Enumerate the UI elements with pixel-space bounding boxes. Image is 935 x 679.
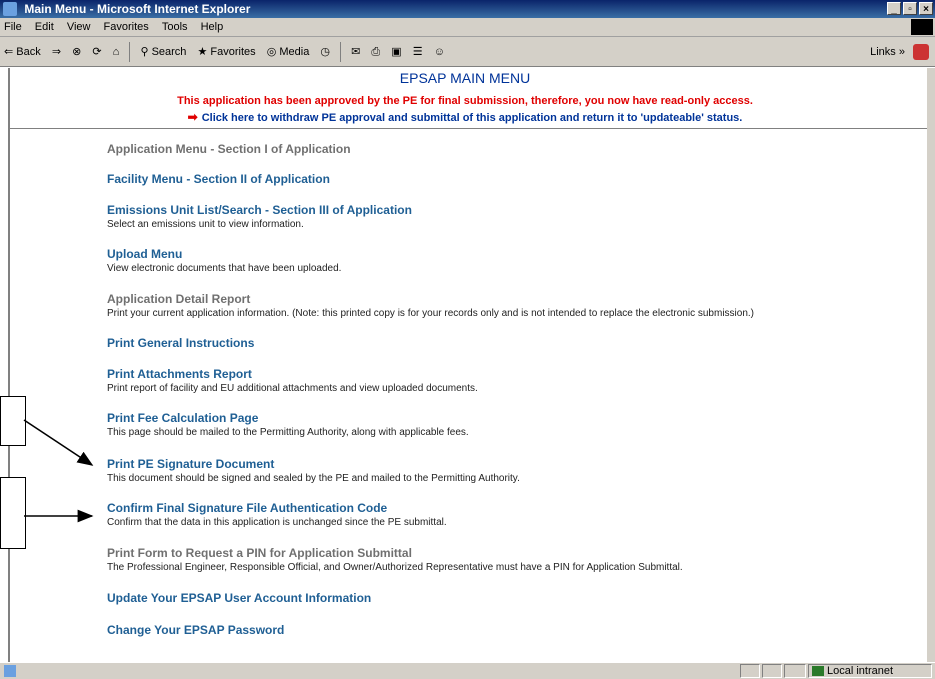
red-arrow-icon: ➡: [187, 110, 198, 124]
window-title: Main Menu - Microsoft Internet Explorer: [24, 2, 251, 16]
title-bar: Main Menu - Microsoft Internet Explorer …: [0, 0, 935, 18]
menu-edit[interactable]: Edit: [35, 21, 54, 33]
status-cell: [784, 664, 806, 678]
menu-view[interactable]: View: [67, 21, 91, 33]
menu-tools[interactable]: Tools: [162, 21, 188, 33]
pe-signature-desc: This document should be signed and seale…: [107, 473, 520, 484]
fee-calculation-desc: This page should be mailed to the Permit…: [107, 427, 469, 438]
toolbar: ⇐ Back ⇒ ⊗ ⟳ ⌂ ⚲ Search ★ Favorites ◎ Me…: [0, 37, 935, 67]
toolbar-separator: [129, 42, 131, 63]
search-label: Search: [151, 46, 187, 58]
update-account-link[interactable]: Update Your EPSAP User Account Informati…: [107, 591, 371, 606]
history-icon[interactable]: ◷: [320, 46, 330, 58]
callout-box-2: [0, 477, 26, 549]
menu-item-request-pin: Print Form to Request a PIN for Applicat…: [107, 546, 683, 574]
menu-item-emissions-unit: Emissions Unit List/Search - Section III…: [107, 203, 412, 231]
menu-bar: File Edit View Favorites Tools Help: [0, 18, 935, 37]
minimize-button[interactable]: _: [887, 2, 901, 15]
upload-menu-desc: View electronic documents that have been…: [107, 263, 342, 274]
menu-item-change-password: Change Your EPSAP Password: [107, 623, 284, 638]
menu-item-general-instructions: Print General Instructions: [107, 336, 254, 351]
refresh-icon[interactable]: ⟳: [92, 46, 101, 58]
emissions-unit-desc: Select an emissions unit to view informa…: [107, 219, 304, 230]
toolbar-extension-icon[interactable]: [913, 44, 929, 60]
application-detail-desc: Print your current application informati…: [107, 308, 754, 319]
home-icon[interactable]: ⌂: [113, 46, 120, 58]
change-password-link[interactable]: Change Your EPSAP Password: [107, 623, 284, 638]
facility-menu-link[interactable]: Facility Menu - Section II of Applicatio…: [107, 172, 330, 187]
menu-item-application: Application Menu - Section I of Applicat…: [107, 142, 351, 157]
status-cell: [762, 664, 782, 678]
menu-favorites[interactable]: Favorites: [104, 21, 149, 33]
zone-label: Local intranet: [827, 665, 894, 677]
edit-icon[interactable]: ▣: [391, 46, 401, 58]
divider: [10, 128, 929, 129]
vertical-scrollbar[interactable]: [927, 68, 935, 662]
request-pin-desc: The Professional Engineer, Responsible O…: [107, 562, 683, 573]
status-bar: Local intranet: [0, 662, 935, 679]
window-controls: _ ▫ ×: [887, 2, 933, 15]
toolbar-separator: [340, 42, 342, 63]
stop-icon[interactable]: ⊗: [72, 46, 81, 58]
confirm-signature-link[interactable]: Confirm Final Signature File Authenticat…: [107, 501, 447, 516]
print-icon[interactable]: ⎙: [371, 46, 380, 58]
fee-calculation-link[interactable]: Print Fee Calculation Page: [107, 411, 469, 426]
intranet-icon: [812, 666, 824, 676]
emissions-unit-link[interactable]: Emissions Unit List/Search - Section III…: [107, 203, 412, 218]
maximize-button[interactable]: ▫: [903, 2, 917, 15]
discuss-icon[interactable]: ☰: [413, 46, 423, 58]
menu-file[interactable]: File: [4, 21, 22, 33]
menu-item-confirm-signature: Confirm Final Signature File Authenticat…: [107, 501, 447, 529]
withdraw-approval-label: Click here to withdraw PE approval and s…: [201, 112, 743, 124]
confirm-signature-desc: Confirm that the data in this applicatio…: [107, 517, 447, 528]
withdraw-approval-link[interactable]: ➡ Click here to withdraw PE approval and …: [10, 110, 920, 124]
attachments-report-link[interactable]: Print Attachments Report: [107, 367, 478, 382]
upload-menu-link[interactable]: Upload Menu: [107, 247, 341, 262]
menu-item-application-detail: Application Detail Report Print your cur…: [107, 292, 754, 320]
messenger-icon[interactable]: ☺: [434, 46, 445, 58]
forward-button[interactable]: ⇒: [52, 46, 61, 58]
close-button[interactable]: ×: [919, 2, 933, 15]
read-only-notice: This application has been approved by th…: [177, 95, 753, 107]
page-status-icon: [4, 665, 16, 677]
windows-flag-icon: [911, 19, 933, 35]
menu-item-facility: Facility Menu - Section II of Applicatio…: [107, 172, 330, 187]
menu-item-update-account: Update Your EPSAP User Account Informati…: [107, 591, 371, 606]
general-instructions-link[interactable]: Print General Instructions: [107, 336, 254, 351]
favorites-label: Favorites: [210, 46, 256, 58]
menu-item-upload: Upload Menu View electronic documents th…: [107, 247, 341, 275]
status-cell: [740, 664, 760, 678]
page-title: EPSAP MAIN MENU: [399, 70, 531, 86]
callout-box-1: [0, 396, 26, 446]
back-button[interactable]: ⇐ Back: [4, 46, 41, 58]
links-label: Links: [870, 46, 896, 58]
ie-logo-icon: [3, 2, 17, 16]
application-detail-link[interactable]: Application Detail Report: [107, 292, 754, 307]
links-button[interactable]: Links »: [870, 37, 905, 67]
favorites-button[interactable]: ★ Favorites: [197, 46, 255, 58]
media-label: Media: [279, 46, 310, 58]
security-zone: Local intranet: [808, 664, 932, 678]
menu-item-fee-calculation: Print Fee Calculation Page This page sho…: [107, 411, 469, 439]
page-content: EPSAP MAIN MENU This application has bee…: [8, 68, 929, 662]
media-button[interactable]: ◎ Media: [267, 46, 310, 58]
menu-item-attachments-report: Print Attachments Report Print report of…: [107, 367, 478, 395]
mail-icon[interactable]: ✉: [351, 46, 360, 58]
search-button[interactable]: ⚲ Search: [140, 46, 186, 58]
application-menu-link[interactable]: Application Menu - Section I of Applicat…: [107, 142, 351, 157]
menu-help[interactable]: Help: [201, 21, 224, 33]
pe-signature-link[interactable]: Print PE Signature Document: [107, 457, 520, 472]
menu-item-pe-signature: Print PE Signature Document This documen…: [107, 457, 520, 485]
back-label: Back: [16, 46, 41, 58]
request-pin-link[interactable]: Print Form to Request a PIN for Applicat…: [107, 546, 683, 561]
attachments-report-desc: Print report of facility and EU addition…: [107, 383, 478, 394]
